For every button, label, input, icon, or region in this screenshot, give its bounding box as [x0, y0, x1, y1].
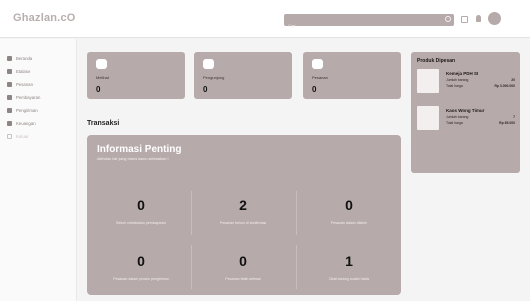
- total-label: Total harga: [446, 121, 463, 125]
- stat-value: 0: [345, 197, 353, 213]
- total-value: Rp 3.000.000: [494, 84, 515, 88]
- qty-value: 7: [513, 115, 515, 119]
- sidebar-item-label: Etalase: [16, 69, 31, 74]
- product-name: Kaos Wong Timur: [446, 108, 485, 113]
- stat-value: 0: [137, 253, 145, 269]
- search-icon[interactable]: [445, 16, 451, 22]
- product-thumbnail: [417, 106, 439, 130]
- sidebar-item-pembayaran[interactable]: Pembayaran: [7, 93, 40, 102]
- stat-value: 0: [137, 197, 145, 213]
- card-label: Melihat: [96, 75, 109, 80]
- stat-label: Obat barang sudah habis: [328, 277, 370, 281]
- total-row: Total harga Rp 65.000: [446, 121, 515, 125]
- stat-unconfirmed[interactable]: 2 Pesanan belum di konfirmasi: [193, 197, 293, 237]
- section-title: Transaksi: [87, 120, 120, 127]
- card-label: Pesanan: [312, 75, 328, 80]
- stat-unpaid[interactable]: 0 Belum melakukan pembayaran: [91, 197, 191, 237]
- divider: [191, 245, 192, 289]
- sidebar-item-label: Pengiriman: [16, 108, 38, 113]
- sidebar-item-label: Pembayaran: [16, 95, 41, 100]
- panel-title: Informasi Penting: [97, 144, 182, 155]
- sidebar-item-pengiriman[interactable]: Pengiriman: [7, 106, 38, 115]
- panel-subtitle: Aktivitas hal yang harus kamu selesaikan…: [97, 157, 169, 161]
- grid-icon: [7, 69, 12, 74]
- card-pesanan[interactable]: Pesanan 0: [303, 52, 401, 99]
- card-value: 0: [203, 85, 208, 94]
- avatar[interactable]: [488, 12, 501, 25]
- qty-row: Jumlah barang 20: [446, 78, 515, 82]
- ordered-products-panel: Produk Dipesan Kemeja PDH SI Jumlah bara…: [411, 52, 520, 173]
- stat-label: Pesanan belum di konfirmasi: [219, 221, 267, 225]
- sidebar-item-label: Pesanan: [16, 82, 33, 87]
- eye-icon: [96, 59, 107, 69]
- home-icon: [7, 56, 12, 61]
- stat-being-sent[interactable]: 0 Pesanan dalam dikirim: [299, 197, 399, 237]
- total-row: Total harga Rp 3.000.000: [446, 84, 515, 88]
- bag-icon: [7, 82, 12, 87]
- card-icon: [7, 95, 12, 100]
- logout-icon: [7, 134, 12, 139]
- qty-value: 20: [511, 78, 515, 82]
- sidebar-item-etalase[interactable]: Etalase: [7, 67, 30, 76]
- stat-label: Pesanan telah selesai: [225, 277, 261, 281]
- sidebar: Beranda Etalase Pesanan Pembayaran Pengi…: [0, 39, 77, 301]
- card-value: 0: [312, 85, 317, 94]
- stat-label: Pesanan dalam dikirim: [330, 221, 368, 225]
- qty-row: Jumlah barang 7: [446, 115, 515, 119]
- stat-in-shipping[interactable]: 0 Pesanan dalam proses pengiriman: [91, 253, 191, 293]
- divider: [191, 191, 192, 235]
- search-bar[interactable]: [284, 14, 454, 32]
- sidebar-item-label: Keluar: [16, 134, 29, 139]
- stat-value: 1: [345, 253, 353, 269]
- sidebar-item-keluar[interactable]: Keluar: [7, 132, 28, 141]
- card-pengunjung[interactable]: Pengunjung 0: [194, 52, 292, 99]
- top-bar: Ghazlan.cO: [0, 0, 530, 38]
- list-item[interactable]: Kaos Wong Timur Jumlah barang 7 Total ha…: [417, 106, 515, 132]
- total-label: Total harga: [446, 84, 463, 88]
- brand-logo[interactable]: Ghazlan.cO: [13, 12, 76, 24]
- mail-icon[interactable]: [461, 16, 468, 23]
- stat-label: Pesanan dalam proses pengiriman: [113, 277, 169, 281]
- product-thumbnail: [417, 69, 439, 93]
- sidebar-item-beranda[interactable]: Beranda: [7, 54, 32, 63]
- shopping-bag-icon: [312, 59, 323, 69]
- orders-title: Produk Dipesan: [417, 58, 456, 64]
- sidebar-item-label: Beranda: [16, 56, 33, 61]
- card-melihat[interactable]: Melihat 0: [87, 52, 185, 99]
- stat-value: 2: [239, 197, 247, 213]
- stat-out-of-stock[interactable]: 1 Obat barang sudah habis: [299, 253, 399, 293]
- wallet-icon: [7, 121, 12, 126]
- product-name: Kemeja PDH SI: [446, 71, 479, 76]
- card-label: Pengunjung: [203, 75, 225, 80]
- divider: [296, 191, 297, 235]
- info-panel: Informasi Penting Aktivitas hal yang har…: [87, 135, 401, 295]
- card-value: 0: [96, 85, 101, 94]
- qty-label: Jumlah barang: [446, 78, 469, 82]
- total-value: Rp 65.000: [499, 121, 515, 125]
- sidebar-item-label: Keuangan: [16, 121, 36, 126]
- divider: [296, 245, 297, 289]
- qty-label: Jumlah barang: [446, 115, 469, 119]
- stat-completed[interactable]: 0 Pesanan telah selesai: [193, 253, 293, 293]
- sidebar-item-keuangan[interactable]: Keuangan: [7, 119, 36, 128]
- search-input[interactable]: [284, 19, 434, 32]
- user-icon: [203, 59, 214, 69]
- stat-value: 0: [239, 253, 247, 269]
- stat-label: Belum melakukan pembayaran: [116, 221, 166, 225]
- sidebar-item-pesanan[interactable]: Pesanan: [7, 80, 33, 89]
- bell-icon[interactable]: [476, 15, 481, 22]
- list-item[interactable]: Kemeja PDH SI Jumlah barang 20 Total har…: [417, 69, 515, 95]
- truck-icon: [7, 108, 12, 113]
